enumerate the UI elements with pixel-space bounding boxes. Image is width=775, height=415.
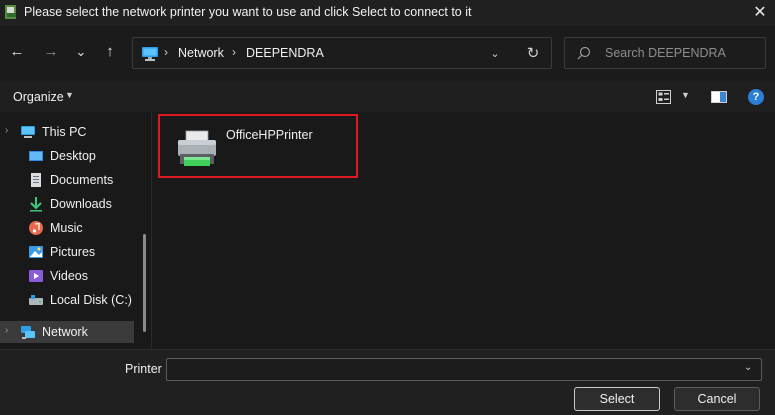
sidebar-item-local-disk[interactable]: Local Disk (C:) [0, 289, 140, 311]
printer-item[interactable]: OfficeHPPrinter [158, 114, 358, 178]
refresh-icon[interactable]: ↻ [523, 44, 543, 64]
title-bar: Please select the network printer you wa… [0, 0, 775, 26]
search-placeholder: Search DEEPENDRA [605, 46, 726, 60]
organize-caret-icon[interactable]: ▼ [65, 90, 74, 100]
command-bar: Organize ▼ ▼ ? [0, 82, 775, 112]
navigation-pane: › This PC Desktop Documents Downloads Mu… [0, 112, 152, 349]
sidebar-item-documents[interactable]: Documents [0, 169, 140, 191]
printer-field[interactable] [166, 358, 762, 381]
breadcrumb-separator: › [164, 45, 168, 59]
footer: Printer ⌄ Select Cancel [0, 349, 775, 415]
sidebar-item-label: Downloads [50, 197, 112, 211]
desktop-icon [29, 151, 43, 161]
sidebar-item-videos[interactable]: Videos [0, 265, 140, 287]
close-button[interactable]: ✕ [745, 1, 775, 25]
sidebar-item-label: Local Disk (C:) [50, 293, 132, 307]
sidebar-item-network[interactable]: › Network [0, 321, 134, 343]
cancel-button[interactable]: Cancel [674, 387, 760, 411]
address-bar[interactable]: › Network › DEEPENDRA ⌄ ↻ [132, 37, 552, 69]
network-pc-icon [142, 47, 158, 61]
address-dropdown-icon[interactable]: ⌄ [487, 46, 503, 62]
printer-label: Printer [125, 362, 162, 376]
local-disk-icon [29, 295, 43, 305]
forward-button[interactable]: → [40, 41, 62, 63]
breadcrumb-separator: › [232, 45, 236, 59]
search-icon [577, 46, 591, 60]
printer-dropdown-icon[interactable]: ⌄ [744, 362, 752, 373]
chevron-right-icon[interactable]: › [5, 125, 8, 136]
sidebar-item-desktop[interactable]: Desktop [0, 145, 140, 167]
videos-icon [29, 270, 43, 282]
sidebar-item-downloads[interactable]: Downloads [0, 193, 140, 215]
sidebar-item-label: Music [50, 221, 83, 235]
search-box[interactable]: Search DEEPENDRA [564, 37, 766, 69]
chevron-right-icon[interactable]: › [5, 325, 8, 336]
documents-icon [31, 173, 41, 187]
breadcrumb-network[interactable]: Network [178, 46, 224, 60]
preview-pane-icon[interactable] [711, 91, 727, 103]
recent-locations-button[interactable]: ⌄ [70, 41, 92, 63]
sidebar-item-label: Documents [50, 173, 114, 187]
printer-name: OfficeHPPrinter [226, 128, 313, 142]
sidebar-item-label: Pictures [50, 245, 96, 259]
window-title: Please select the network printer you wa… [24, 5, 472, 19]
sidebar-item-label: Network [42, 325, 88, 339]
view-options-caret-icon[interactable]: ▼ [681, 90, 690, 100]
this-pc-icon [21, 126, 35, 138]
printer-icon [178, 130, 216, 166]
music-icon [29, 221, 43, 235]
breadcrumb-deependra[interactable]: DEEPENDRA [246, 46, 324, 60]
printer-app-icon [5, 5, 16, 19]
select-button[interactable]: Select [574, 387, 660, 411]
navigation-bar: ← → ⌄ ↑ › Network › DEEPENDRA ⌄ ↻ Search… [0, 26, 775, 82]
organize-menu[interactable]: Organize [13, 90, 64, 104]
sidebar-item-label: This PC [42, 125, 87, 139]
up-button[interactable]: ↑ [99, 41, 121, 63]
downloads-icon [30, 197, 42, 212]
sidebar-item-label: Videos [50, 269, 88, 283]
sidebar-item-music[interactable]: Music [0, 217, 140, 239]
sidebar-item-label: Desktop [50, 149, 96, 163]
network-icon [21, 326, 35, 339]
sidebar-item-pictures[interactable]: Pictures [0, 241, 140, 263]
file-list: OfficeHPPrinter [153, 112, 775, 349]
pictures-icon [29, 246, 43, 258]
change-view-icon[interactable] [656, 90, 671, 104]
sidebar-item-this-pc[interactable]: › This PC [0, 121, 140, 143]
help-icon[interactable]: ? [748, 89, 764, 105]
back-button[interactable]: ← [6, 41, 28, 63]
sidebar-scrollbar[interactable] [143, 234, 146, 332]
